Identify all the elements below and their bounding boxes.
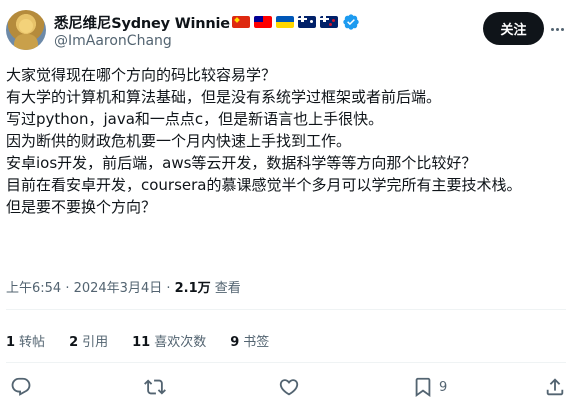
retweets-label: 转帖 [19, 335, 46, 350]
verified-badge-icon[interactable] [342, 13, 360, 31]
flag-emojis [231, 16, 338, 28]
tweet-line: 但是要不要换个方向？ [6, 198, 157, 216]
avatar[interactable] [6, 10, 46, 50]
tweet-timestamp[interactable]: 上午6:54 · 2024年3月4日 · [6, 281, 175, 296]
author-name-row: 悉尼维尼Sydney Winnie [54, 12, 360, 32]
author-display-name[interactable]: 悉尼维尼Sydney Winnie [54, 12, 230, 33]
tweet-text: 大家觉得现在哪个方向的码比较容易学？ 有大学的计算机和算法基础，但是没有系统学过… [6, 64, 558, 218]
divider [6, 309, 566, 310]
nz-flag-icon [319, 16, 338, 28]
bookmark-icon [415, 377, 431, 398]
likes-stat[interactable]: 11 喜欢次数 [132, 331, 206, 350]
follow-button[interactable]: 关注 [483, 12, 544, 45]
reply-icon [11, 377, 31, 396]
tweet-line: 有大学的计算机和算法基础，但是没有系统学过框架或者前后端。 [6, 88, 442, 106]
tweet-line: 安卓ios开发，前后端，aws等云开发，数据科学等等方向那个比较好？ [6, 154, 477, 172]
tw-flag-icon [253, 16, 272, 28]
bookmarks-stat[interactable]: 9 书签 [230, 331, 269, 350]
bookmarks-label: 书签 [243, 335, 270, 350]
cn-flag-icon [231, 16, 250, 28]
avatar-body [14, 34, 38, 50]
views-count: 2.1万 [174, 281, 211, 296]
likes-count: 11 [132, 335, 151, 350]
engagement-stats: 1 转帖 2 引用 11 喜欢次数 9 书签 [6, 331, 293, 350]
tweet-actions: 9 [6, 374, 566, 400]
bookmarks-count: 9 [230, 335, 240, 350]
heart-icon [279, 379, 299, 396]
retweet-icon [144, 379, 166, 395]
au-flag-icon [297, 16, 316, 28]
bookmark-button[interactable]: 9 [412, 374, 447, 400]
divider [6, 362, 566, 363]
quotes-label: 引用 [82, 335, 109, 350]
tweet-meta: 上午6:54 · 2024年3月4日 · 2.1万 查看 [6, 277, 241, 296]
retweet-button[interactable] [144, 374, 166, 400]
retweets-stat[interactable]: 1 转帖 [6, 331, 45, 350]
retweets-count: 1 [6, 335, 16, 350]
bookmark-count: 9 [439, 379, 448, 395]
quotes-stat[interactable]: 2 引用 [69, 331, 108, 350]
ua-flag-icon [275, 16, 294, 28]
share-button[interactable] [544, 374, 566, 400]
avatar-face [19, 19, 33, 33]
like-button[interactable] [278, 374, 300, 400]
tweet-line: 大家觉得现在哪个方向的码比较容易学？ [6, 66, 277, 84]
likes-label: 喜欢次数 [154, 335, 207, 350]
tweet-line: 因为断供的财政危机要一个月内快速上手找到工作。 [6, 132, 352, 150]
tweet-line: 写过python，java和一点点c，但是新语言也上手很快。 [6, 110, 384, 128]
reply-button[interactable] [10, 374, 32, 400]
more-options-icon[interactable] [548, 16, 566, 42]
quotes-count: 2 [69, 335, 79, 350]
tweet-line: 目前在看安卓开发，coursera的慕课感觉半个多月可以学完所有主要技术栈。 [6, 176, 522, 194]
views-label: 查看 [210, 281, 241, 296]
author-handle[interactable]: @ImAaronChang [54, 33, 172, 49]
share-icon [546, 378, 564, 396]
